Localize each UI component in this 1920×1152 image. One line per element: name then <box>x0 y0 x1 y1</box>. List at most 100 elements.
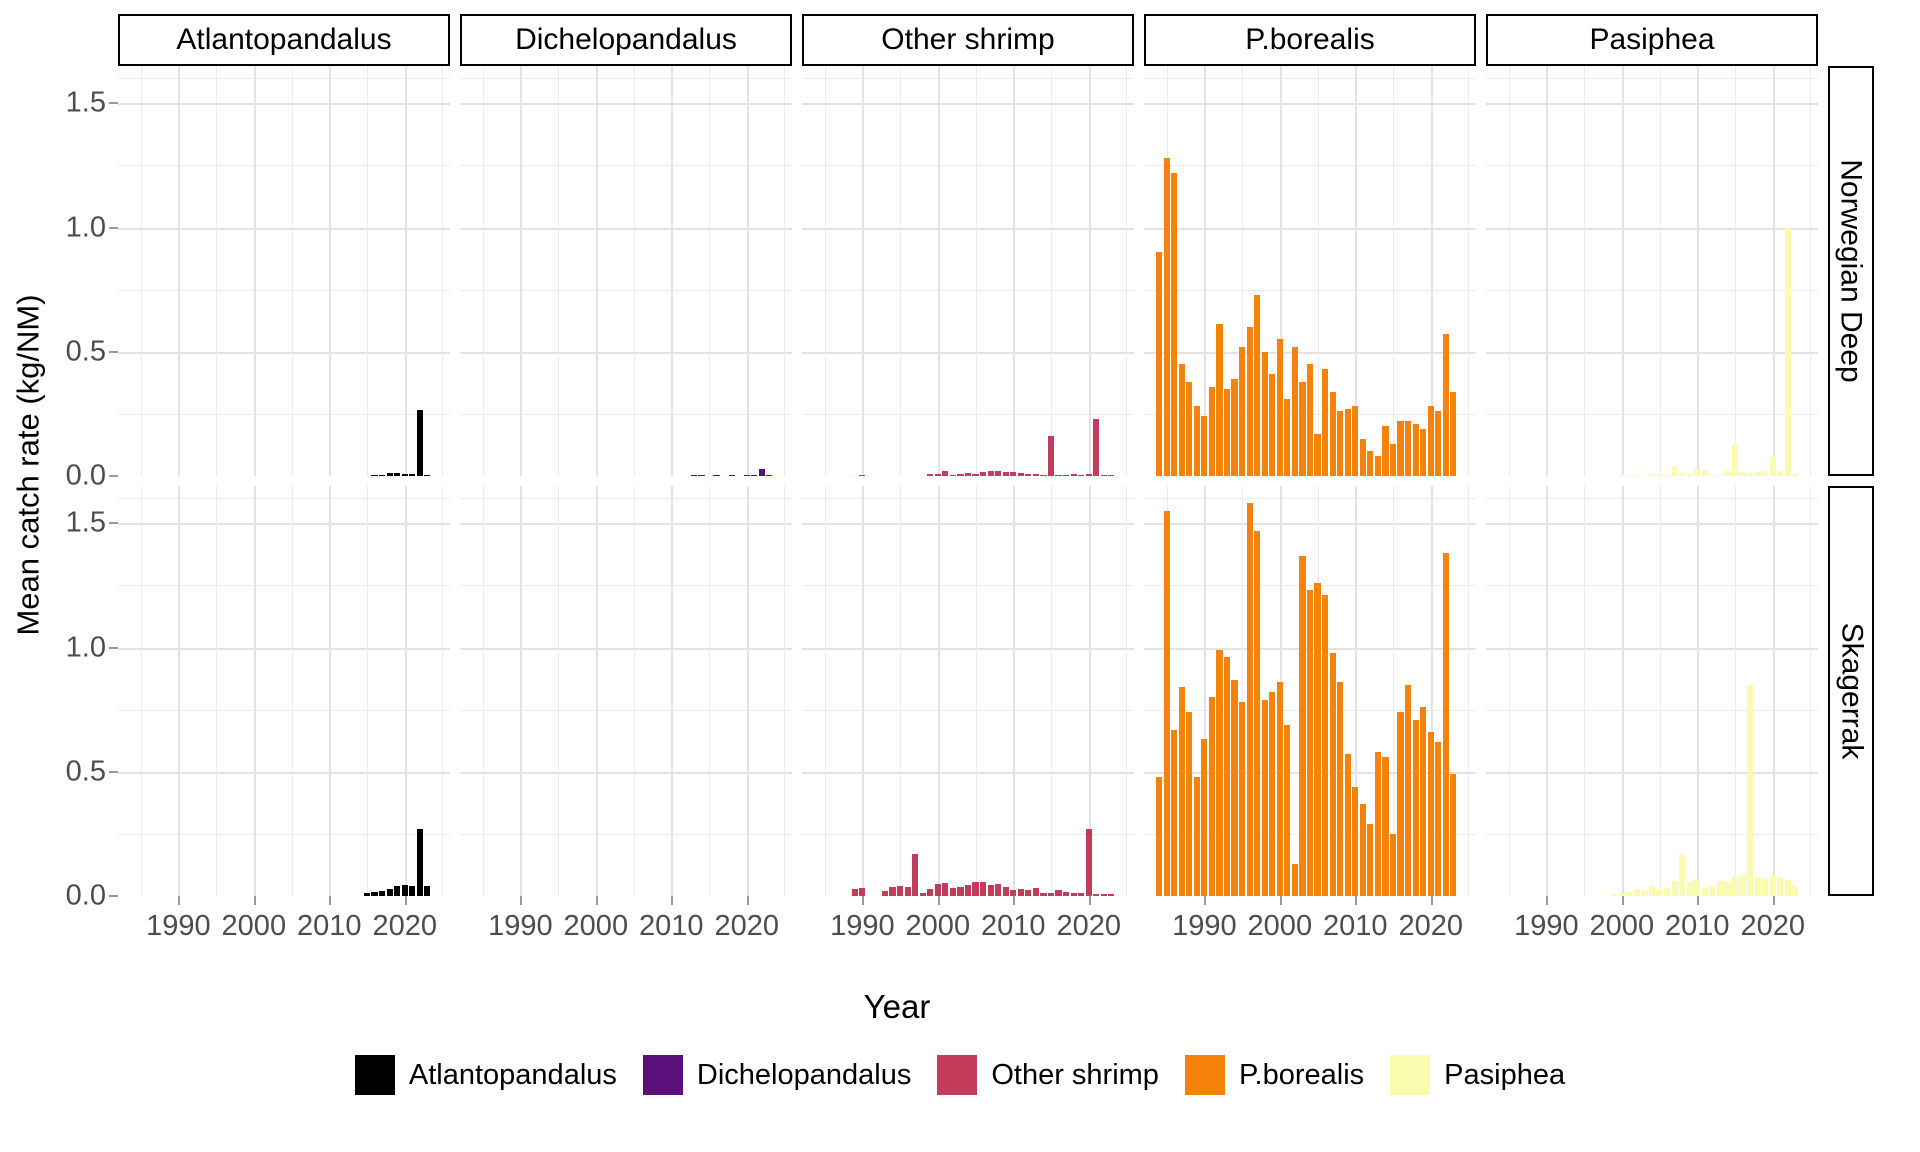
gridline-vertical-minor <box>976 486 977 896</box>
bar <box>1649 474 1655 476</box>
bar <box>957 474 963 476</box>
bar <box>1164 511 1170 896</box>
bar <box>1405 421 1411 476</box>
bar <box>1247 327 1253 476</box>
gridline-vertical-minor <box>1735 66 1736 476</box>
gridline-horizontal-minor <box>1486 585 1818 586</box>
bar <box>1345 754 1351 896</box>
bar <box>942 471 948 476</box>
gridline-vertical <box>254 66 256 476</box>
bar <box>1450 774 1456 896</box>
bar <box>1672 881 1678 896</box>
y-tick-label: 0.0 <box>66 880 106 913</box>
bar <box>988 471 994 476</box>
bar <box>1216 324 1222 476</box>
y-tick-mark <box>109 102 118 104</box>
gridline-horizontal-minor <box>1486 498 1818 499</box>
gridline-horizontal <box>802 523 1134 525</box>
gridline-horizontal-minor <box>1486 834 1818 835</box>
bar <box>1247 503 1253 896</box>
x-tick-mark <box>520 896 522 905</box>
gridline-vertical <box>671 486 673 896</box>
gridline-vertical-minor <box>784 66 785 476</box>
legend-item-dichelopandalus[interactable]: Dichelopandalus <box>643 1055 911 1095</box>
gridline-vertical-minor <box>1584 66 1585 476</box>
gridline-horizontal-minor <box>1486 290 1818 291</box>
bar <box>1186 712 1192 896</box>
y-tick-label: 1.0 <box>66 631 106 664</box>
bar <box>1186 382 1192 476</box>
bar <box>1322 595 1328 896</box>
bar <box>1330 653 1336 897</box>
panel-pasiphea-skagerrak <box>1486 486 1818 896</box>
bar <box>713 475 719 477</box>
gridline-vertical-minor <box>216 486 217 896</box>
bar <box>1375 456 1381 476</box>
gridline-vertical-minor <box>900 486 901 896</box>
plot-rows: 0.00.51.01.5Norwegian Deep0.00.51.01.5Sk… <box>52 66 1874 896</box>
column-strip-label: Dichelopandalus <box>515 23 737 57</box>
x-tick-mark <box>1773 896 1775 905</box>
gridline-horizontal <box>460 648 792 650</box>
x-tick-label: 2010 <box>639 910 704 943</box>
bar <box>897 886 903 896</box>
bar <box>1239 347 1245 476</box>
bar <box>1777 471 1783 476</box>
gridline-horizontal <box>460 523 792 525</box>
gridline-vertical <box>747 66 749 476</box>
row-strip-label: Norwegian Deep <box>1834 159 1868 382</box>
gridline-vertical <box>1773 66 1775 476</box>
bar <box>935 884 941 896</box>
gridline-vertical <box>1013 486 1015 896</box>
legend-item-p-borealis[interactable]: P.borealis <box>1185 1055 1364 1095</box>
bar <box>1224 389 1230 476</box>
gridline-vertical-minor <box>1051 486 1052 896</box>
panel-other-shrimp-norwegian-deep <box>802 66 1134 476</box>
gridline-horizontal <box>802 103 1134 105</box>
x-tick-label: 2000 <box>906 910 971 943</box>
y-tick-mark <box>109 771 118 773</box>
gridline-vertical <box>405 66 407 476</box>
x-tick-label: 2020 <box>714 910 779 943</box>
y-tick-mark <box>109 351 118 353</box>
legend-item-pasiphea[interactable]: Pasiphea <box>1390 1055 1565 1095</box>
gridline-vertical <box>747 486 749 896</box>
gridline-horizontal-minor <box>460 165 792 166</box>
gridline-vertical-minor <box>1318 66 1319 476</box>
gridline-vertical <box>596 66 598 476</box>
x-tick-mark <box>405 896 407 905</box>
x-tick-label: 2020 <box>372 910 437 943</box>
bar <box>1450 392 1456 476</box>
gridline-vertical-minor <box>825 66 826 476</box>
x-axis-row: 1990200020102020199020002010202019902000… <box>118 896 1874 954</box>
bar <box>1405 685 1411 896</box>
bar <box>1413 424 1419 476</box>
gridline-vertical-minor <box>367 486 368 896</box>
gridline-horizontal-minor <box>802 834 1134 835</box>
bar <box>957 887 963 896</box>
legend-item-other-shrimp[interactable]: Other shrimp <box>937 1055 1159 1095</box>
bar <box>1770 875 1776 896</box>
panel-other-shrimp-skagerrak <box>802 486 1134 896</box>
bar <box>1634 475 1640 477</box>
panel-atlantopandalus-norwegian-deep <box>118 66 450 476</box>
legend-item-atlantopandalus[interactable]: Atlantopandalus <box>355 1055 617 1095</box>
facet-grid: AtlantopandalusDichelopandalusOther shri… <box>52 14 1874 954</box>
gridline-vertical <box>596 486 598 896</box>
bar <box>1626 475 1632 477</box>
gridline-horizontal-minor <box>802 414 1134 415</box>
bar <box>751 475 757 477</box>
row-strip-skagerrak: Skagerrak <box>1828 486 1874 896</box>
legend: Atlantopandalus Dichelopandalus Other shri… <box>0 1055 1920 1095</box>
bar <box>1231 379 1237 476</box>
y-axis-ticks: 0.00.51.01.5 <box>52 486 118 896</box>
gridline-vertical-minor <box>709 66 710 476</box>
gridline-vertical <box>1546 66 1548 476</box>
bar <box>852 889 858 896</box>
bar <box>1694 470 1700 476</box>
gridline-horizontal-minor <box>118 834 450 835</box>
gridline-vertical <box>1622 486 1624 896</box>
x-tick-label: 1990 <box>146 910 211 943</box>
gridline-vertical <box>520 486 522 896</box>
gridline-horizontal-minor <box>1144 498 1476 499</box>
